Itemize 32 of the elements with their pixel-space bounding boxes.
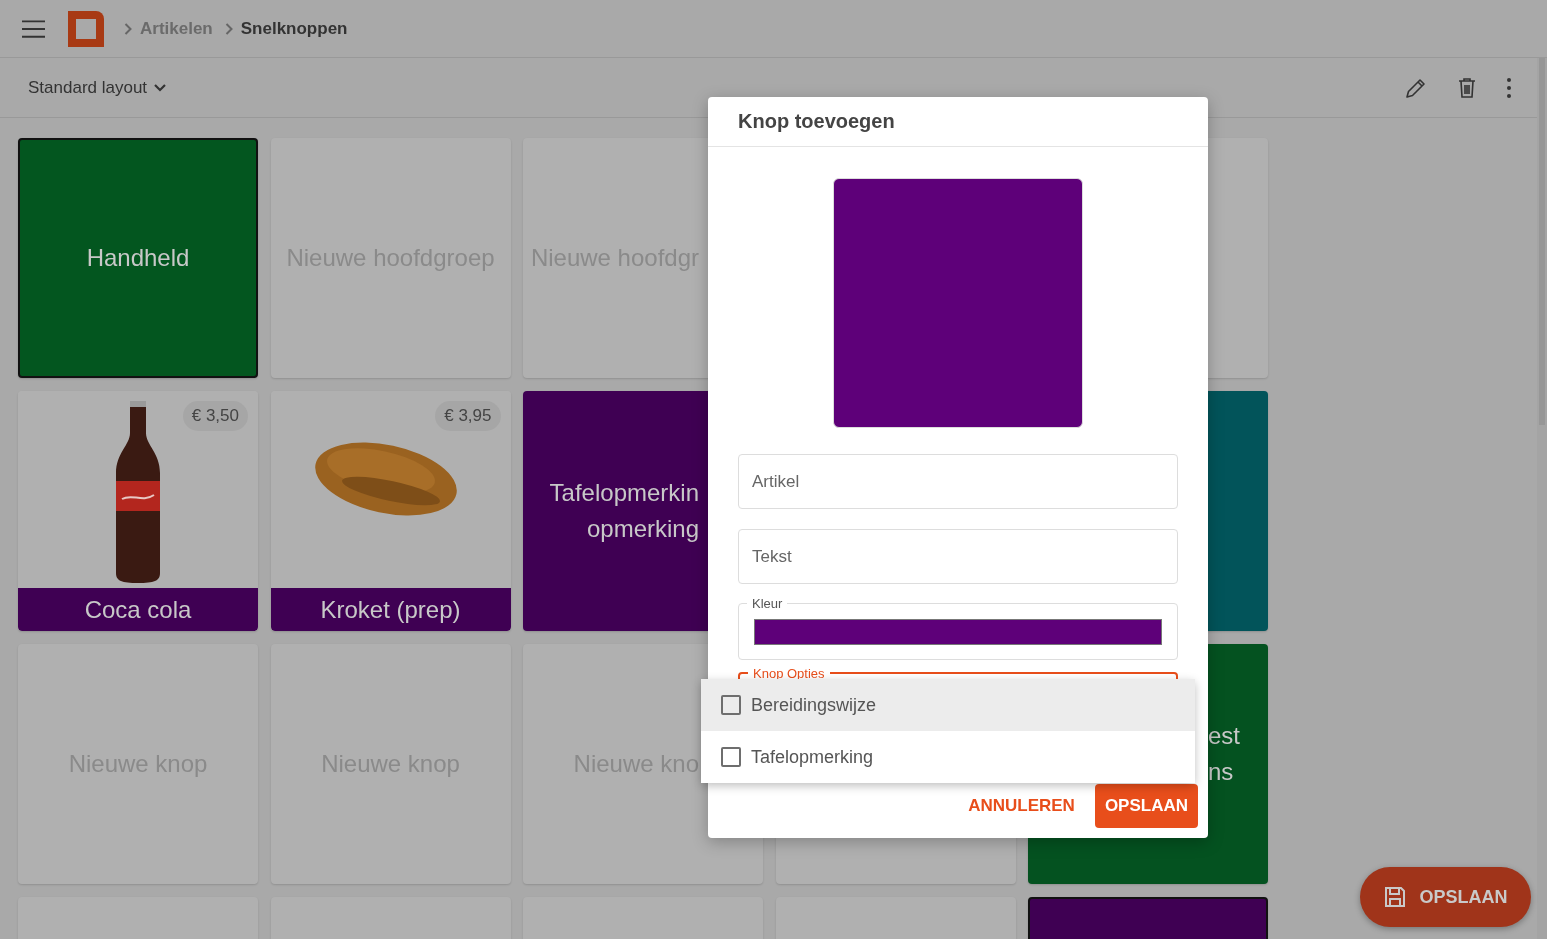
menu-icon[interactable] (22, 19, 45, 38)
chevron-right-icon (224, 22, 233, 35)
price-badge: € 3,95 (435, 401, 501, 431)
logo-icon[interactable] (68, 10, 104, 47)
price-badge: € 3,50 (182, 401, 248, 431)
shortcut-tile[interactable]: Handheld (18, 138, 258, 378)
product-label: Kroket (prep) (270, 588, 511, 631)
dialog-title: Knop toevoegen (708, 97, 1208, 147)
input-field[interactable]: Artikel (738, 454, 1178, 509)
cancel-button[interactable]: ANNULEREN (968, 786, 1075, 826)
layout-dropdown[interactable]: Standard layout (20, 73, 175, 102)
save-button[interactable]: OPSLAAN (1360, 867, 1531, 927)
checkbox[interactable] (721, 695, 741, 715)
tile-label: opmerking (586, 515, 699, 543)
field-label: Kleur (747, 596, 788, 611)
tile-label: est (1208, 722, 1240, 750)
product-tile[interactable]: € 3,50 Coca cola (18, 391, 258, 631)
product-tile[interactable]: € 3,95 Kroket (prep) (270, 391, 511, 631)
product-label: Coca cola (18, 588, 258, 631)
tile-label: Tafelopmerkin (549, 479, 699, 507)
save-button[interactable]: OPSLAAN (1094, 784, 1198, 828)
chevron-down-icon (154, 83, 167, 92)
tile-label: Handheld (86, 244, 190, 272)
breadcrumb-link[interactable]: Artikelen (140, 18, 213, 39)
save-icon (1383, 885, 1408, 909)
checkbox[interactable] (721, 747, 741, 767)
more-options-icon[interactable] (1506, 75, 1512, 100)
tile-label: ns (1208, 758, 1234, 786)
menu-item[interactable]: Tafelopmerking (701, 731, 1195, 783)
input-field[interactable]: Tekst (738, 529, 1178, 584)
menu-item[interactable]: Bereidingswijze (701, 679, 1195, 731)
chevron-right-icon (124, 22, 132, 35)
